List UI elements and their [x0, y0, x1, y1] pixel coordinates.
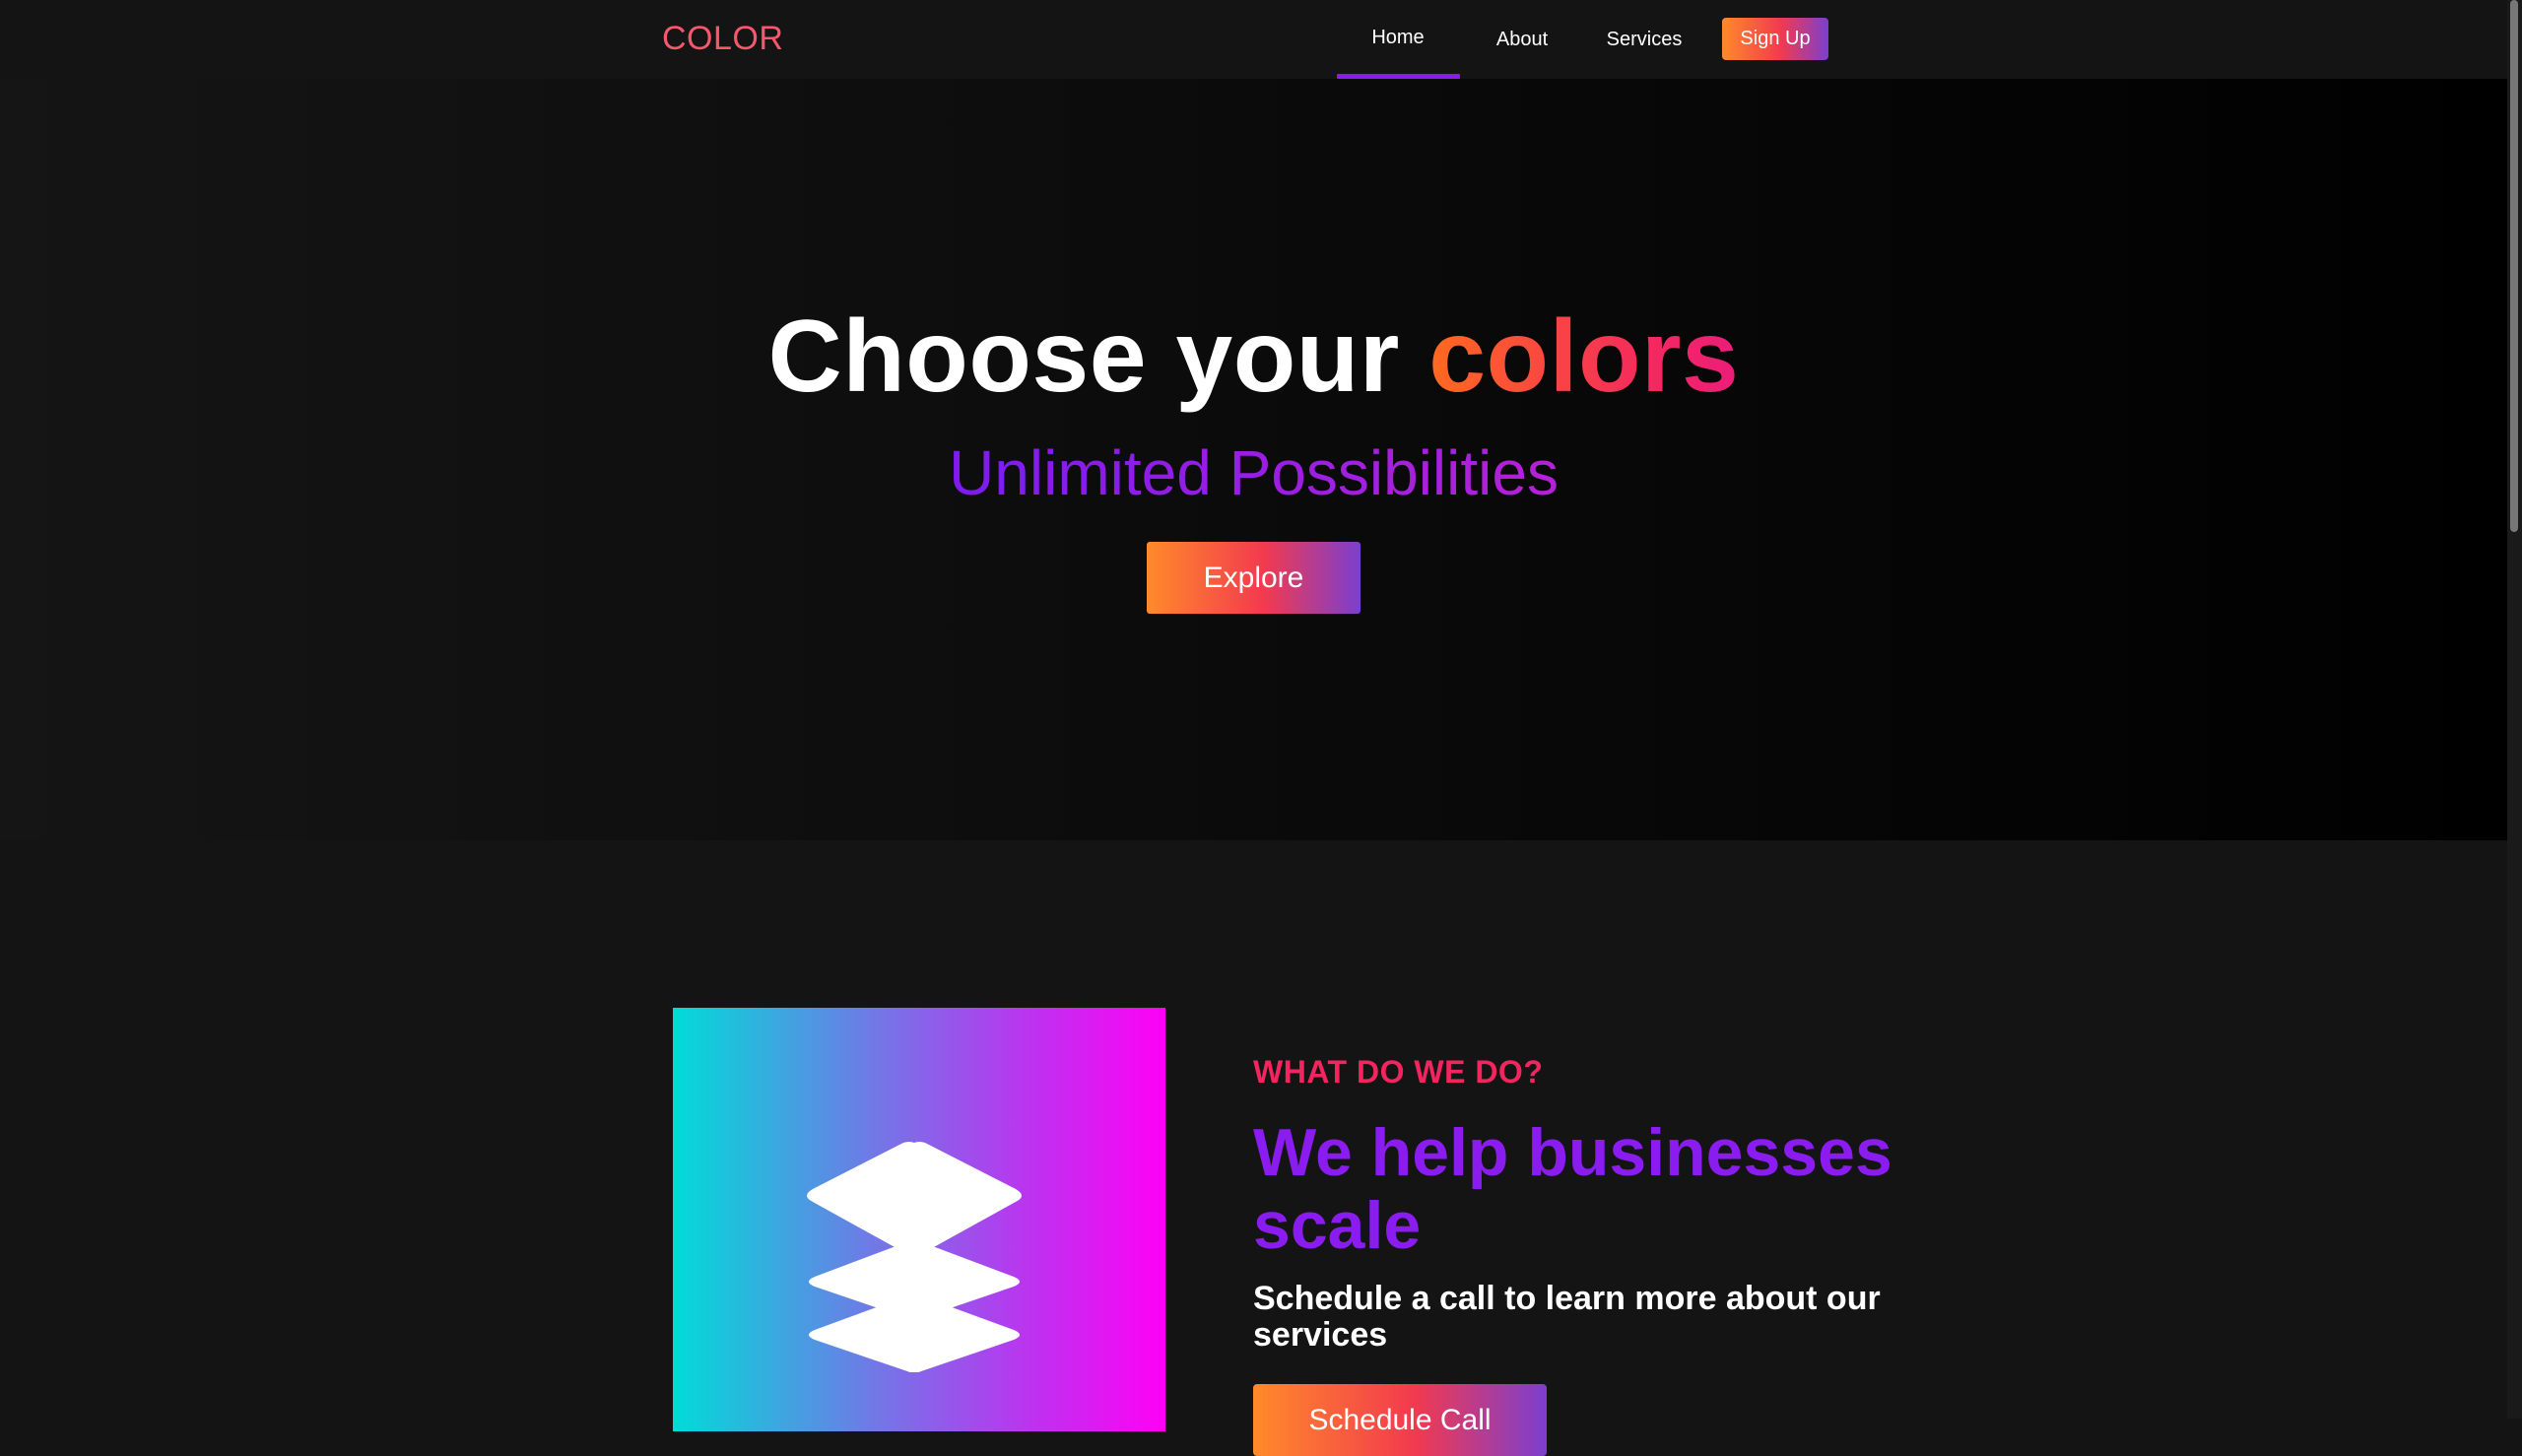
hero-subtitle-text: Unlimited Possibilities [949, 437, 1559, 508]
hero-subtitle: Unlimited Possibilities [0, 433, 2507, 512]
layers-icon [807, 1142, 1022, 1372]
nav-link-about[interactable]: About [1483, 20, 1561, 59]
nav-link-home[interactable]: Home [1337, 18, 1459, 57]
explore-button[interactable]: Explore [1147, 542, 1361, 614]
scrollbar-thumb[interactable] [2510, 0, 2518, 532]
hero-title-accent: colors [1428, 299, 1740, 414]
hero-title-prefix: Choose your [767, 299, 1429, 414]
services-section: WHAT DO WE DO? We help businesses scale … [0, 840, 2507, 1456]
navbar: COLOR Home About Services Sign Up [0, 0, 2507, 79]
signup-button[interactable]: Sign Up [1722, 18, 1828, 60]
nav-link-services[interactable]: Services [1601, 20, 1688, 59]
schedule-call-button[interactable]: Schedule Call [1253, 1384, 1547, 1456]
hero-title: Choose your colors [0, 298, 2507, 416]
section-eyebrow: WHAT DO WE DO? [1253, 1054, 1544, 1090]
section-heading: We help businesses scale [1253, 1115, 1892, 1263]
feature-image-card [673, 1008, 1165, 1431]
logo[interactable]: COLOR [662, 19, 783, 58]
hero-section: Choose your colors Unlimited Possibiliti… [0, 79, 2507, 840]
section-description: Schedule a call to learn more about our … [1253, 1280, 1881, 1354]
active-nav-indicator [1337, 74, 1460, 79]
